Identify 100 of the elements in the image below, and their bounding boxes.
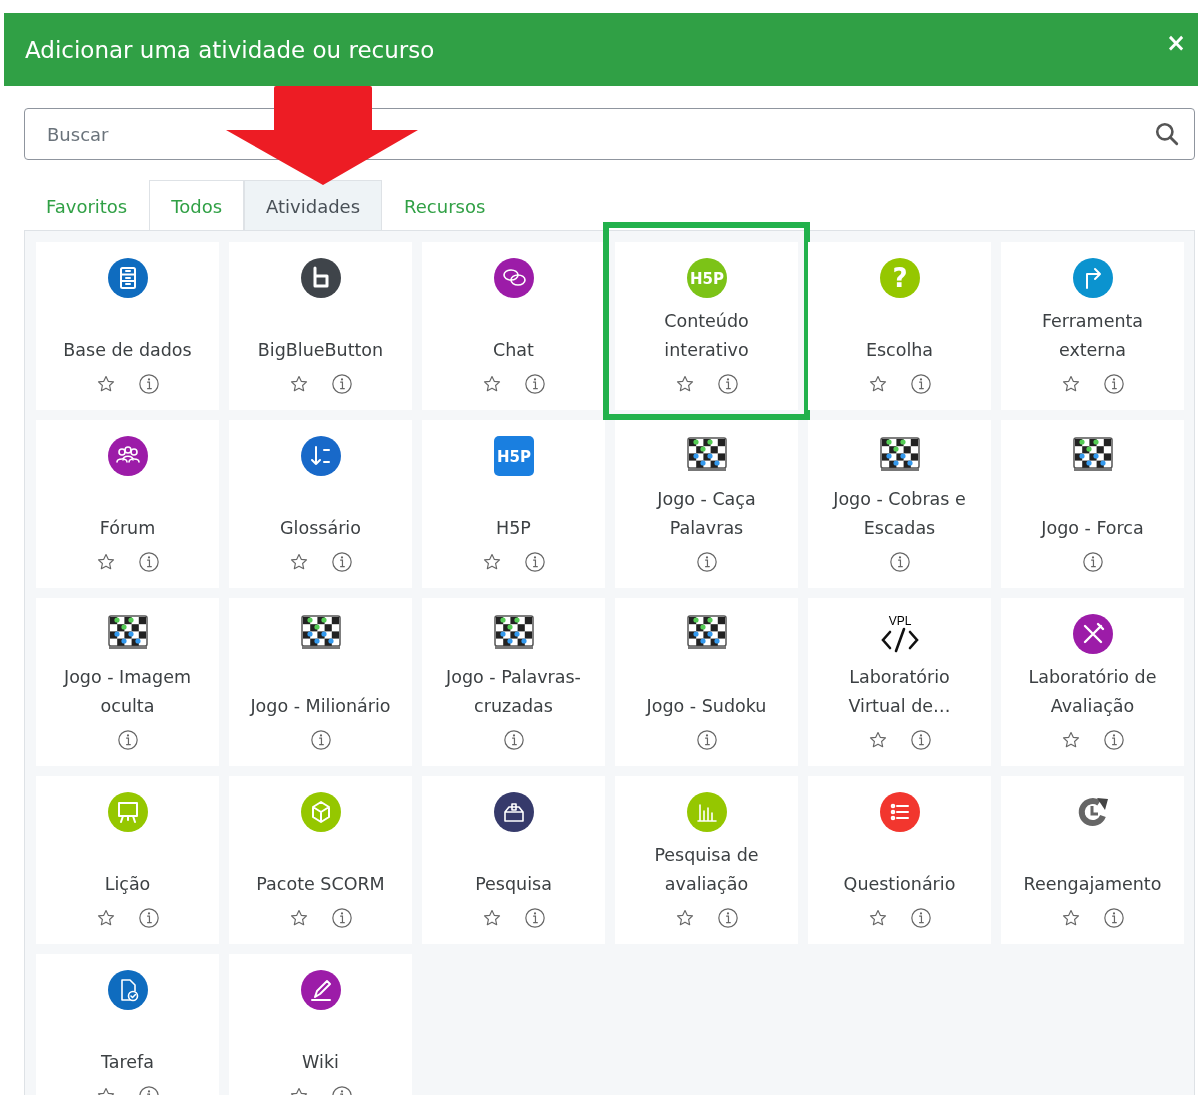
star-icon[interactable] (867, 730, 888, 750)
info-icon[interactable] (909, 907, 932, 929)
dialog-title: Adicionar uma atividade ou recurso (25, 36, 435, 63)
star-icon[interactable] (867, 374, 888, 394)
activity-card[interactable]: Questionário (808, 776, 991, 944)
activity-name: Jogo - Forca (1041, 517, 1144, 540)
activity-name: Pacote SCORM (256, 873, 385, 896)
checkerboard-icon (879, 437, 920, 471)
activity-name: Escolha (865, 339, 934, 362)
activity-card[interactable]: Fórum (36, 420, 219, 588)
activity-card[interactable]: Lição (36, 776, 219, 944)
activity-name: Laboratório de Avaliação (1027, 666, 1158, 718)
activity-card[interactable]: Jogo - Sudoku (615, 598, 798, 766)
activity-card[interactable]: Glossário (229, 420, 412, 588)
activity-card[interactable]: Pacote SCORM (229, 776, 412, 944)
info-icon[interactable] (330, 373, 353, 395)
activity-name: Chat (493, 339, 534, 362)
star-icon[interactable] (1060, 908, 1081, 928)
activity-name: Pesquisa (475, 873, 552, 896)
info-icon[interactable] (1102, 907, 1125, 929)
info-icon[interactable] (523, 907, 546, 929)
star-icon[interactable] (1060, 730, 1081, 750)
activity-card[interactable]: VPL Laboratório Virtual de… (808, 598, 991, 766)
activity-name: Base de dados (63, 339, 192, 362)
info-icon[interactable] (523, 551, 546, 573)
star-icon[interactable] (288, 552, 309, 572)
activity-card[interactable]: Pesquisa (422, 776, 605, 944)
star-icon[interactable] (674, 908, 695, 928)
activity-name: Pesquisa de avaliação (653, 844, 760, 896)
activity-name: Jogo - Imagem oculta (62, 666, 192, 718)
activity-card[interactable]: Base de dados (36, 242, 219, 410)
activity-card[interactable]: Jogo - Imagem oculta (36, 598, 219, 766)
star-icon[interactable] (481, 908, 502, 928)
activity-card[interactable]: Ferramenta externa (1001, 242, 1184, 410)
star-icon[interactable] (867, 908, 888, 928)
checkerboard-icon (493, 615, 534, 649)
info-icon[interactable] (716, 907, 739, 929)
search-field[interactable]: Buscar (24, 108, 1195, 160)
star-icon[interactable] (1060, 374, 1081, 394)
info-icon[interactable] (695, 729, 718, 751)
info-icon[interactable] (137, 551, 160, 573)
search-icon (1154, 121, 1180, 147)
activity-card[interactable]: Jogo - Palavras-cruzadas (422, 598, 605, 766)
info-icon[interactable] (309, 729, 332, 751)
activity-name: Jogo - Milionário (250, 695, 391, 718)
activity-card[interactable]: Wiki (229, 954, 412, 1095)
search-input[interactable]: Buscar (45, 122, 1154, 146)
activity-card[interactable]: BigBlueButton (229, 242, 412, 410)
activity-card[interactable]: Jogo - Milionário (229, 598, 412, 766)
star-icon[interactable] (674, 374, 695, 394)
star-icon[interactable] (288, 374, 309, 394)
star-icon[interactable] (481, 374, 502, 394)
checkerboard-icon (686, 437, 727, 471)
info-icon[interactable] (909, 729, 932, 751)
activity-card[interactable]: H5P H5P (422, 420, 605, 588)
activity-name: Reengajamento (1023, 873, 1162, 896)
activity-card[interactable]: Jogo - Cobras e Escadas (808, 420, 991, 588)
activity-card[interactable]: Jogo - Caça Palavras (615, 420, 798, 588)
tab[interactable]: Atividades (244, 180, 383, 231)
info-icon[interactable] (1102, 729, 1125, 751)
activity-card[interactable]: Chat (422, 242, 605, 410)
activity-card[interactable]: Pesquisa de avaliação (615, 776, 798, 944)
activity-icon: H5P (493, 436, 534, 476)
info-icon[interactable] (137, 373, 160, 395)
checkerboard-icon (686, 615, 727, 649)
activity-name: Conteúdo interativo (663, 310, 750, 362)
activity-card[interactable]: Laboratório de Avaliação (1001, 598, 1184, 766)
info-icon[interactable] (523, 373, 546, 395)
info-icon[interactable] (1081, 551, 1104, 573)
activity-name: Jogo - Palavras-cruzadas (444, 666, 582, 718)
activity-name: Jogo - Sudoku (646, 695, 767, 718)
info-icon[interactable] (502, 729, 525, 751)
activity-card[interactable]: Tarefa (36, 954, 219, 1095)
activity-card[interactable]: H5P Conteúdo interativo (615, 242, 798, 410)
info-icon[interactable] (330, 551, 353, 573)
activity-card[interactable]: Reengajamento (1001, 776, 1184, 944)
info-icon[interactable] (330, 907, 353, 929)
activity-name: Glossário (280, 517, 361, 540)
activity-name: Lição (104, 873, 151, 896)
activity-card[interactable]: ? Escolha (808, 242, 991, 410)
activity-name: H5P (496, 517, 531, 540)
star-icon[interactable] (95, 908, 116, 928)
info-icon[interactable] (909, 373, 932, 395)
checkerboard-icon (1072, 437, 1113, 471)
info-icon[interactable] (137, 907, 160, 929)
info-icon[interactable] (716, 373, 739, 395)
activity-name: Fórum (99, 517, 156, 540)
activity-name: Jogo - Cobras e Escadas (831, 488, 967, 540)
activity-name: Tarefa (101, 1051, 154, 1074)
star-icon[interactable] (95, 374, 116, 394)
info-icon[interactable] (888, 551, 911, 573)
star-icon[interactable] (481, 552, 502, 572)
info-icon[interactable] (695, 551, 718, 573)
info-icon[interactable] (1102, 373, 1125, 395)
activity-name: Ferramenta externa (1040, 310, 1145, 362)
star-icon[interactable] (288, 908, 309, 928)
checkerboard-icon (107, 615, 148, 649)
activity-card[interactable]: Jogo - Forca (1001, 420, 1184, 588)
star-icon[interactable] (95, 552, 116, 572)
info-icon[interactable] (116, 729, 139, 751)
